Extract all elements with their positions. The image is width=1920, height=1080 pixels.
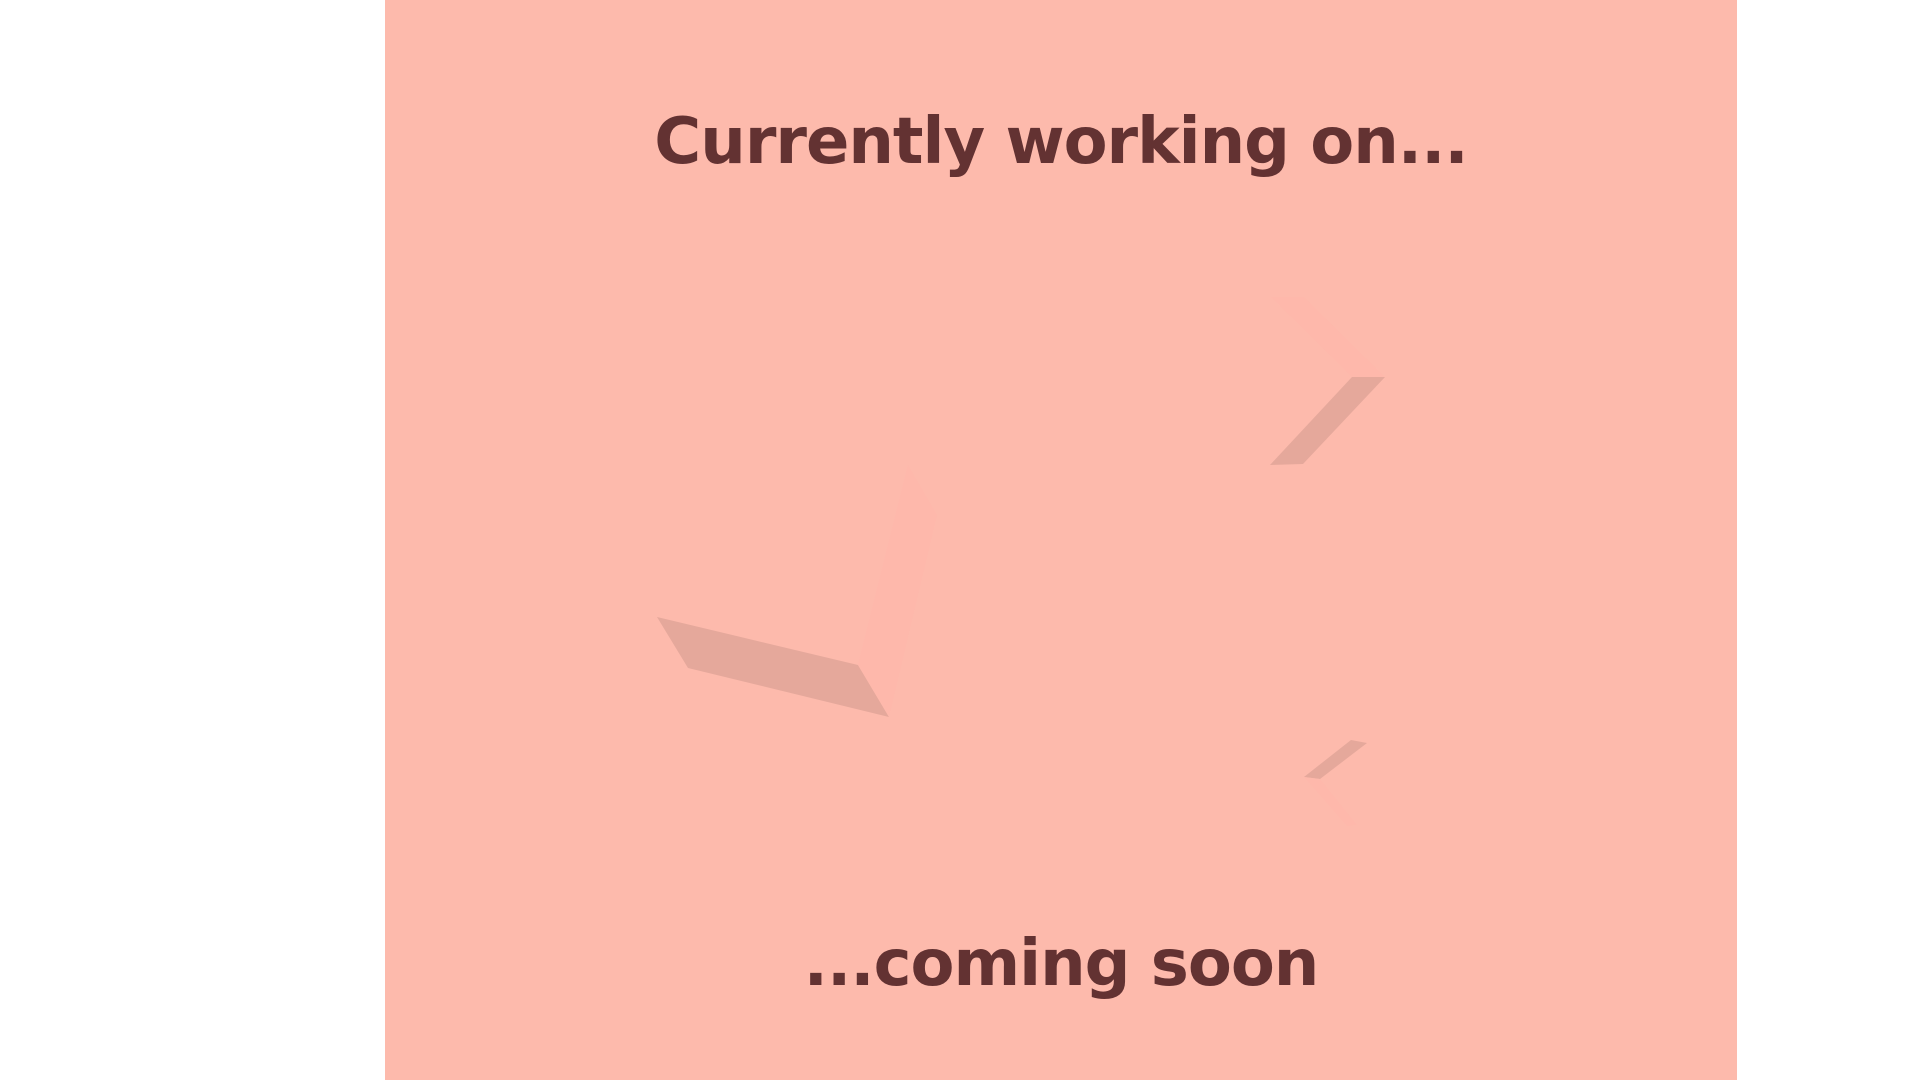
- chevron-right-bottom-face: [1270, 377, 1385, 465]
- page-title: Currently working on...: [654, 105, 1468, 179]
- coming-soon-panel: Currently working on... ...coming soon: [385, 0, 1737, 1080]
- chevron-left-small-bottom-face: [1304, 777, 1357, 826]
- chevron-right-shape: [1270, 297, 1385, 465]
- chevron-left-small-shape: [1304, 740, 1367, 826]
- check-light-face: [858, 465, 937, 717]
- coming-soon-text: ...coming soon: [803, 927, 1320, 1001]
- check-shape: [657, 465, 937, 717]
- check-shadow-face: [657, 617, 889, 717]
- chevron-right-top-face: [1271, 297, 1385, 377]
- chevron-left-small-top-face: [1304, 740, 1367, 779]
